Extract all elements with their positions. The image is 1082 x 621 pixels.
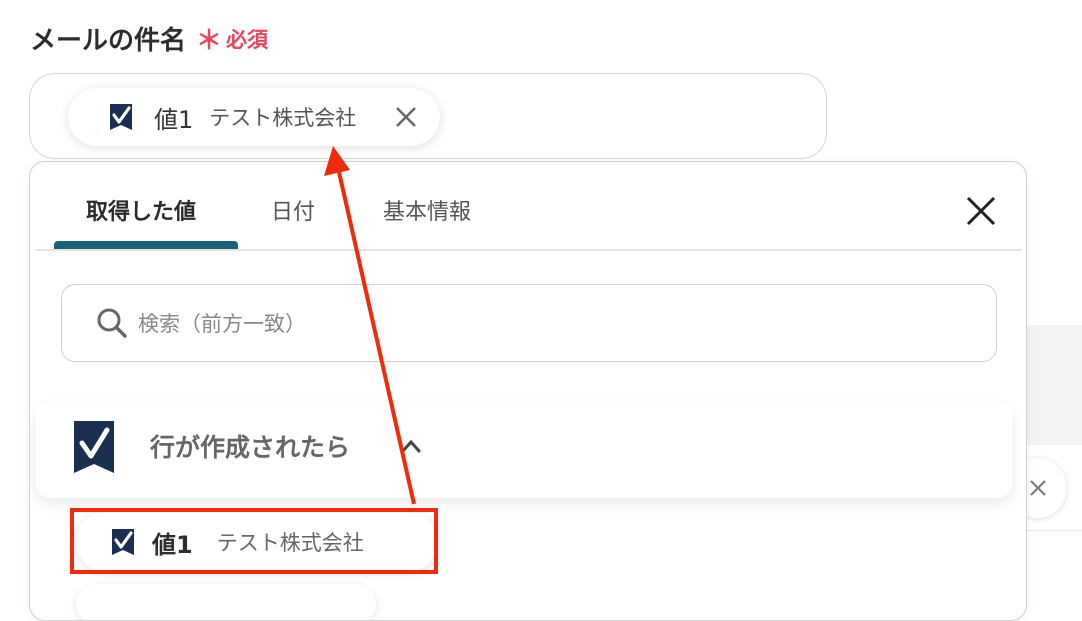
annotation-arrow [324,146,416,505]
